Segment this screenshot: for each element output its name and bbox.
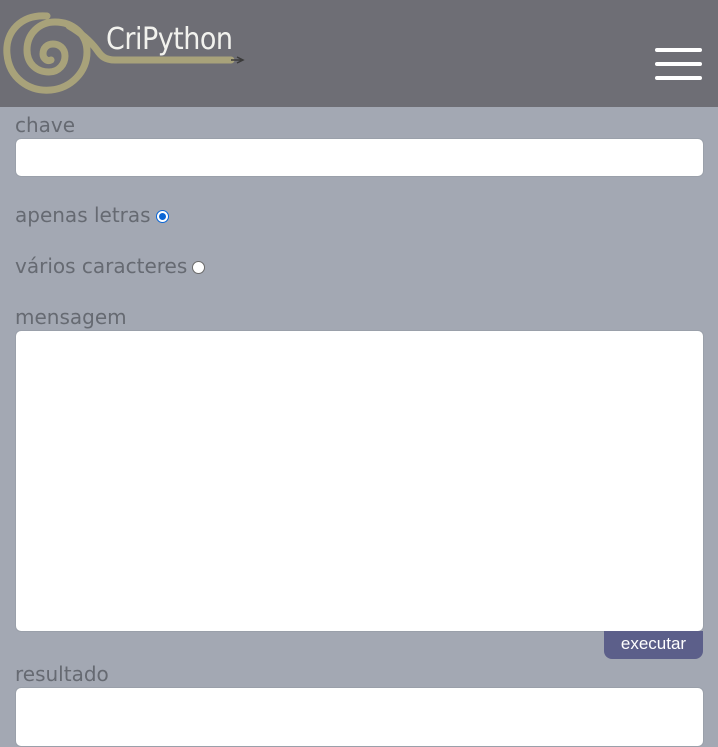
option-letters-row[interactable]: apenas letras (15, 203, 169, 227)
option-chars-row[interactable]: vários caracteres (15, 254, 206, 278)
result-output[interactable] (15, 687, 704, 747)
option-chars-label: vários caracteres (15, 254, 188, 278)
result-label: resultado (15, 662, 109, 686)
key-label: chave (15, 113, 76, 137)
message-textarea[interactable] (15, 330, 704, 632)
cripython-logo[interactable]: CriPython (3, 8, 253, 96)
option-letters-label: apenas letras (15, 203, 151, 227)
key-input[interactable] (15, 138, 704, 177)
option-chars-radio[interactable] (192, 260, 206, 274)
brand-name: CriPython (106, 22, 233, 57)
message-label: mensagem (15, 305, 127, 329)
option-letters-radio[interactable] (155, 209, 169, 223)
hamburger-menu-icon[interactable] (655, 48, 703, 80)
execute-button[interactable]: executar (604, 631, 703, 659)
header-bar: CriPython (0, 0, 718, 107)
